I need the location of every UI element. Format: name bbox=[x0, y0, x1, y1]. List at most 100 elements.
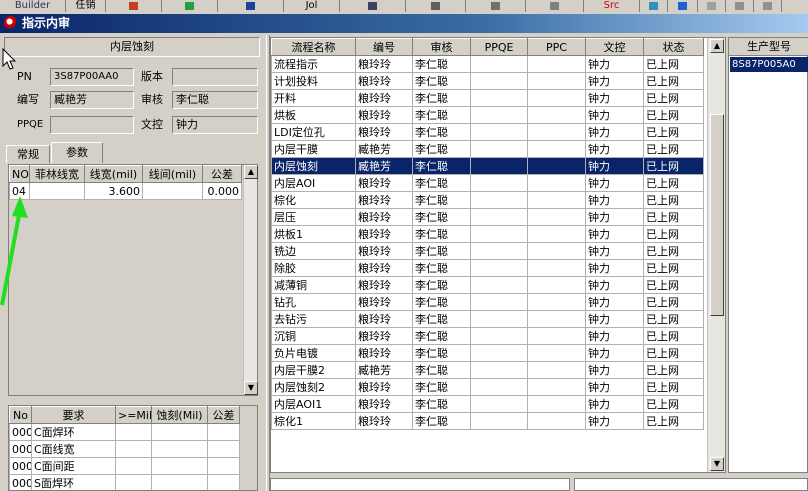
cell-status[interactable]: 已上网 bbox=[643, 259, 704, 277]
cell-doc-control[interactable]: 钟力 bbox=[585, 310, 644, 328]
req-tol[interactable] bbox=[207, 474, 240, 490]
cell-doc-control[interactable]: 钟力 bbox=[585, 191, 644, 209]
cell-author[interactable]: 粮玲玲 bbox=[355, 412, 413, 430]
cell-process-name[interactable]: 沉铜 bbox=[271, 327, 356, 345]
req-text[interactable]: C面线宽 bbox=[31, 440, 116, 458]
req-text[interactable]: C面焊环 bbox=[31, 423, 116, 441]
cell-ppc[interactable] bbox=[527, 327, 586, 345]
scroll-up-icon[interactable]: ▲ bbox=[710, 39, 724, 53]
cell-author[interactable]: 粮玲玲 bbox=[355, 89, 413, 107]
req-min[interactable] bbox=[115, 457, 152, 475]
cell-doc-control[interactable]: 钟力 bbox=[585, 378, 644, 396]
cell-doc-control[interactable]: 钟力 bbox=[585, 174, 644, 192]
doc-control-field[interactable]: 钟力 bbox=[172, 116, 258, 134]
cell-doc-control[interactable]: 钟力 bbox=[585, 89, 644, 107]
product-item[interactable]: 8S87P005A0 bbox=[730, 57, 808, 72]
cell-doc-control[interactable]: 钟力 bbox=[585, 395, 644, 413]
cell-ppc[interactable] bbox=[527, 276, 586, 294]
table-row[interactable]: 层压 粮玲玲 李仁聪 钟力 已上网 bbox=[271, 208, 704, 226]
cell-doc-control[interactable]: 钟力 bbox=[585, 412, 644, 430]
toolbar-item-8[interactable] bbox=[406, 0, 466, 12]
param-line-width[interactable]: 3.600 bbox=[84, 182, 143, 200]
table-row[interactable]: 内层AOI 粮玲玲 李仁聪 钟力 已上网 bbox=[271, 174, 704, 192]
col-ppc[interactable]: PPC bbox=[527, 38, 586, 56]
cell-process-name[interactable]: 铣边 bbox=[271, 242, 356, 260]
cell-process-name[interactable]: 计划投料 bbox=[271, 72, 356, 90]
cell-status[interactable]: 已上网 bbox=[643, 361, 704, 379]
cell-status[interactable]: 已上网 bbox=[643, 276, 704, 294]
req-col-tolerance[interactable]: 公差 bbox=[207, 406, 240, 424]
cell-status[interactable]: 已上网 bbox=[643, 72, 704, 90]
cell-ppc[interactable] bbox=[527, 208, 586, 226]
req-etch[interactable] bbox=[151, 423, 208, 441]
ppqe-field[interactable] bbox=[50, 116, 134, 134]
cell-reviewer[interactable]: 李仁聪 bbox=[412, 72, 471, 90]
table-row[interactable]: 棕化1 粮玲玲 李仁聪 钟力 已上网 bbox=[271, 412, 704, 430]
req-no[interactable]: 000 bbox=[9, 440, 32, 458]
cell-ppqe[interactable] bbox=[470, 361, 528, 379]
table-row[interactable]: 流程指示 粮玲玲 李仁聪 钟力 已上网 bbox=[271, 55, 704, 73]
cell-author[interactable]: 粮玲玲 bbox=[355, 174, 413, 192]
table-row[interactable]: 钻孔 粮玲玲 李仁聪 钟力 已上网 bbox=[271, 293, 704, 311]
cell-ppc[interactable] bbox=[527, 344, 586, 362]
cell-process-name[interactable]: 内层AOI1 bbox=[271, 395, 356, 413]
table-row[interactable]: 内层干膜2 臧艳芳 李仁聪 钟力 已上网 bbox=[271, 361, 704, 379]
cell-ppqe[interactable] bbox=[470, 293, 528, 311]
cell-ppc[interactable] bbox=[527, 72, 586, 90]
pn-field[interactable]: 3S87P00AA0 bbox=[50, 68, 134, 86]
cell-ppqe[interactable] bbox=[470, 123, 528, 141]
cell-reviewer[interactable]: 李仁聪 bbox=[412, 378, 471, 396]
table-row[interactable]: 内层蚀刻2 粮玲玲 李仁聪 钟力 已上网 bbox=[271, 378, 704, 396]
review-field[interactable]: 李仁聪 bbox=[172, 91, 258, 109]
cell-reviewer[interactable]: 李仁聪 bbox=[412, 174, 471, 192]
req-no[interactable]: 000 bbox=[9, 474, 32, 490]
req-min[interactable] bbox=[115, 440, 152, 458]
req-tol[interactable] bbox=[207, 423, 240, 441]
cell-process-name[interactable]: 棕化1 bbox=[271, 412, 356, 430]
cell-status[interactable]: 已上网 bbox=[643, 327, 704, 345]
cell-ppc[interactable] bbox=[527, 361, 586, 379]
cell-status[interactable]: 已上网 bbox=[643, 191, 704, 209]
cell-process-name[interactable]: 内层干膜 bbox=[271, 140, 356, 158]
cell-author[interactable]: 臧艳芳 bbox=[355, 140, 413, 158]
cell-ppc[interactable] bbox=[527, 174, 586, 192]
cell-author[interactable]: 粮玲玲 bbox=[355, 276, 413, 294]
table-row[interactable]: 内层AOI1 粮玲玲 李仁聪 钟力 已上网 bbox=[271, 395, 704, 413]
table-row[interactable]: LDI定位孔 粮玲玲 李仁聪 钟力 已上网 bbox=[271, 123, 704, 141]
cell-doc-control[interactable]: 钟力 bbox=[585, 327, 644, 345]
cell-ppqe[interactable] bbox=[470, 174, 528, 192]
cell-author[interactable]: 粮玲玲 bbox=[355, 191, 413, 209]
cell-ppqe[interactable] bbox=[470, 208, 528, 226]
cell-status[interactable]: 已上网 bbox=[643, 157, 704, 175]
cell-reviewer[interactable]: 李仁聪 bbox=[412, 361, 471, 379]
cell-status[interactable]: 已上网 bbox=[643, 225, 704, 243]
cell-process-name[interactable]: 内层AOI bbox=[271, 174, 356, 192]
toolbar-item-7[interactable] bbox=[340, 0, 406, 12]
req-tol[interactable] bbox=[207, 457, 240, 475]
cell-doc-control[interactable]: 钟力 bbox=[585, 157, 644, 175]
cell-status[interactable]: 已上网 bbox=[643, 412, 704, 430]
req-etch[interactable] bbox=[151, 457, 208, 475]
toolbar-item-14[interactable] bbox=[698, 0, 726, 12]
cell-process-name[interactable]: 负片电镀 bbox=[271, 344, 356, 362]
table-row[interactable]: 开料 粮玲玲 李仁聪 钟力 已上网 bbox=[271, 89, 704, 107]
table-row[interactable]: 烘板 粮玲玲 李仁聪 钟力 已上网 bbox=[271, 106, 704, 124]
cell-process-name[interactable]: 内层干膜2 bbox=[271, 361, 356, 379]
cell-process-name[interactable]: 钻孔 bbox=[271, 293, 356, 311]
col-film-width[interactable]: 菲林线宽 bbox=[29, 165, 85, 183]
cell-doc-control[interactable]: 钟力 bbox=[585, 72, 644, 90]
toolbar-item-15[interactable] bbox=[726, 0, 754, 12]
table-row[interactable]: 000 C面间距 bbox=[9, 457, 240, 475]
cell-process-name[interactable]: 内层蚀刻 bbox=[271, 157, 356, 175]
toolbar-item-2[interactable]: 任销 bbox=[66, 0, 106, 12]
cell-reviewer[interactable]: 李仁聪 bbox=[412, 89, 471, 107]
cell-ppc[interactable] bbox=[527, 106, 586, 124]
cell-process-name[interactable]: 烘板 bbox=[271, 106, 356, 124]
cell-doc-control[interactable]: 钟力 bbox=[585, 361, 644, 379]
scroll-up-icon[interactable]: ▲ bbox=[244, 165, 258, 179]
table-row[interactable]: 计划投料 粮玲玲 李仁聪 钟力 已上网 bbox=[271, 72, 704, 90]
cell-ppqe[interactable] bbox=[470, 225, 528, 243]
cell-status[interactable]: 已上网 bbox=[643, 242, 704, 260]
req-col-requirement[interactable]: 要求 bbox=[31, 406, 116, 424]
cell-ppc[interactable] bbox=[527, 412, 586, 430]
